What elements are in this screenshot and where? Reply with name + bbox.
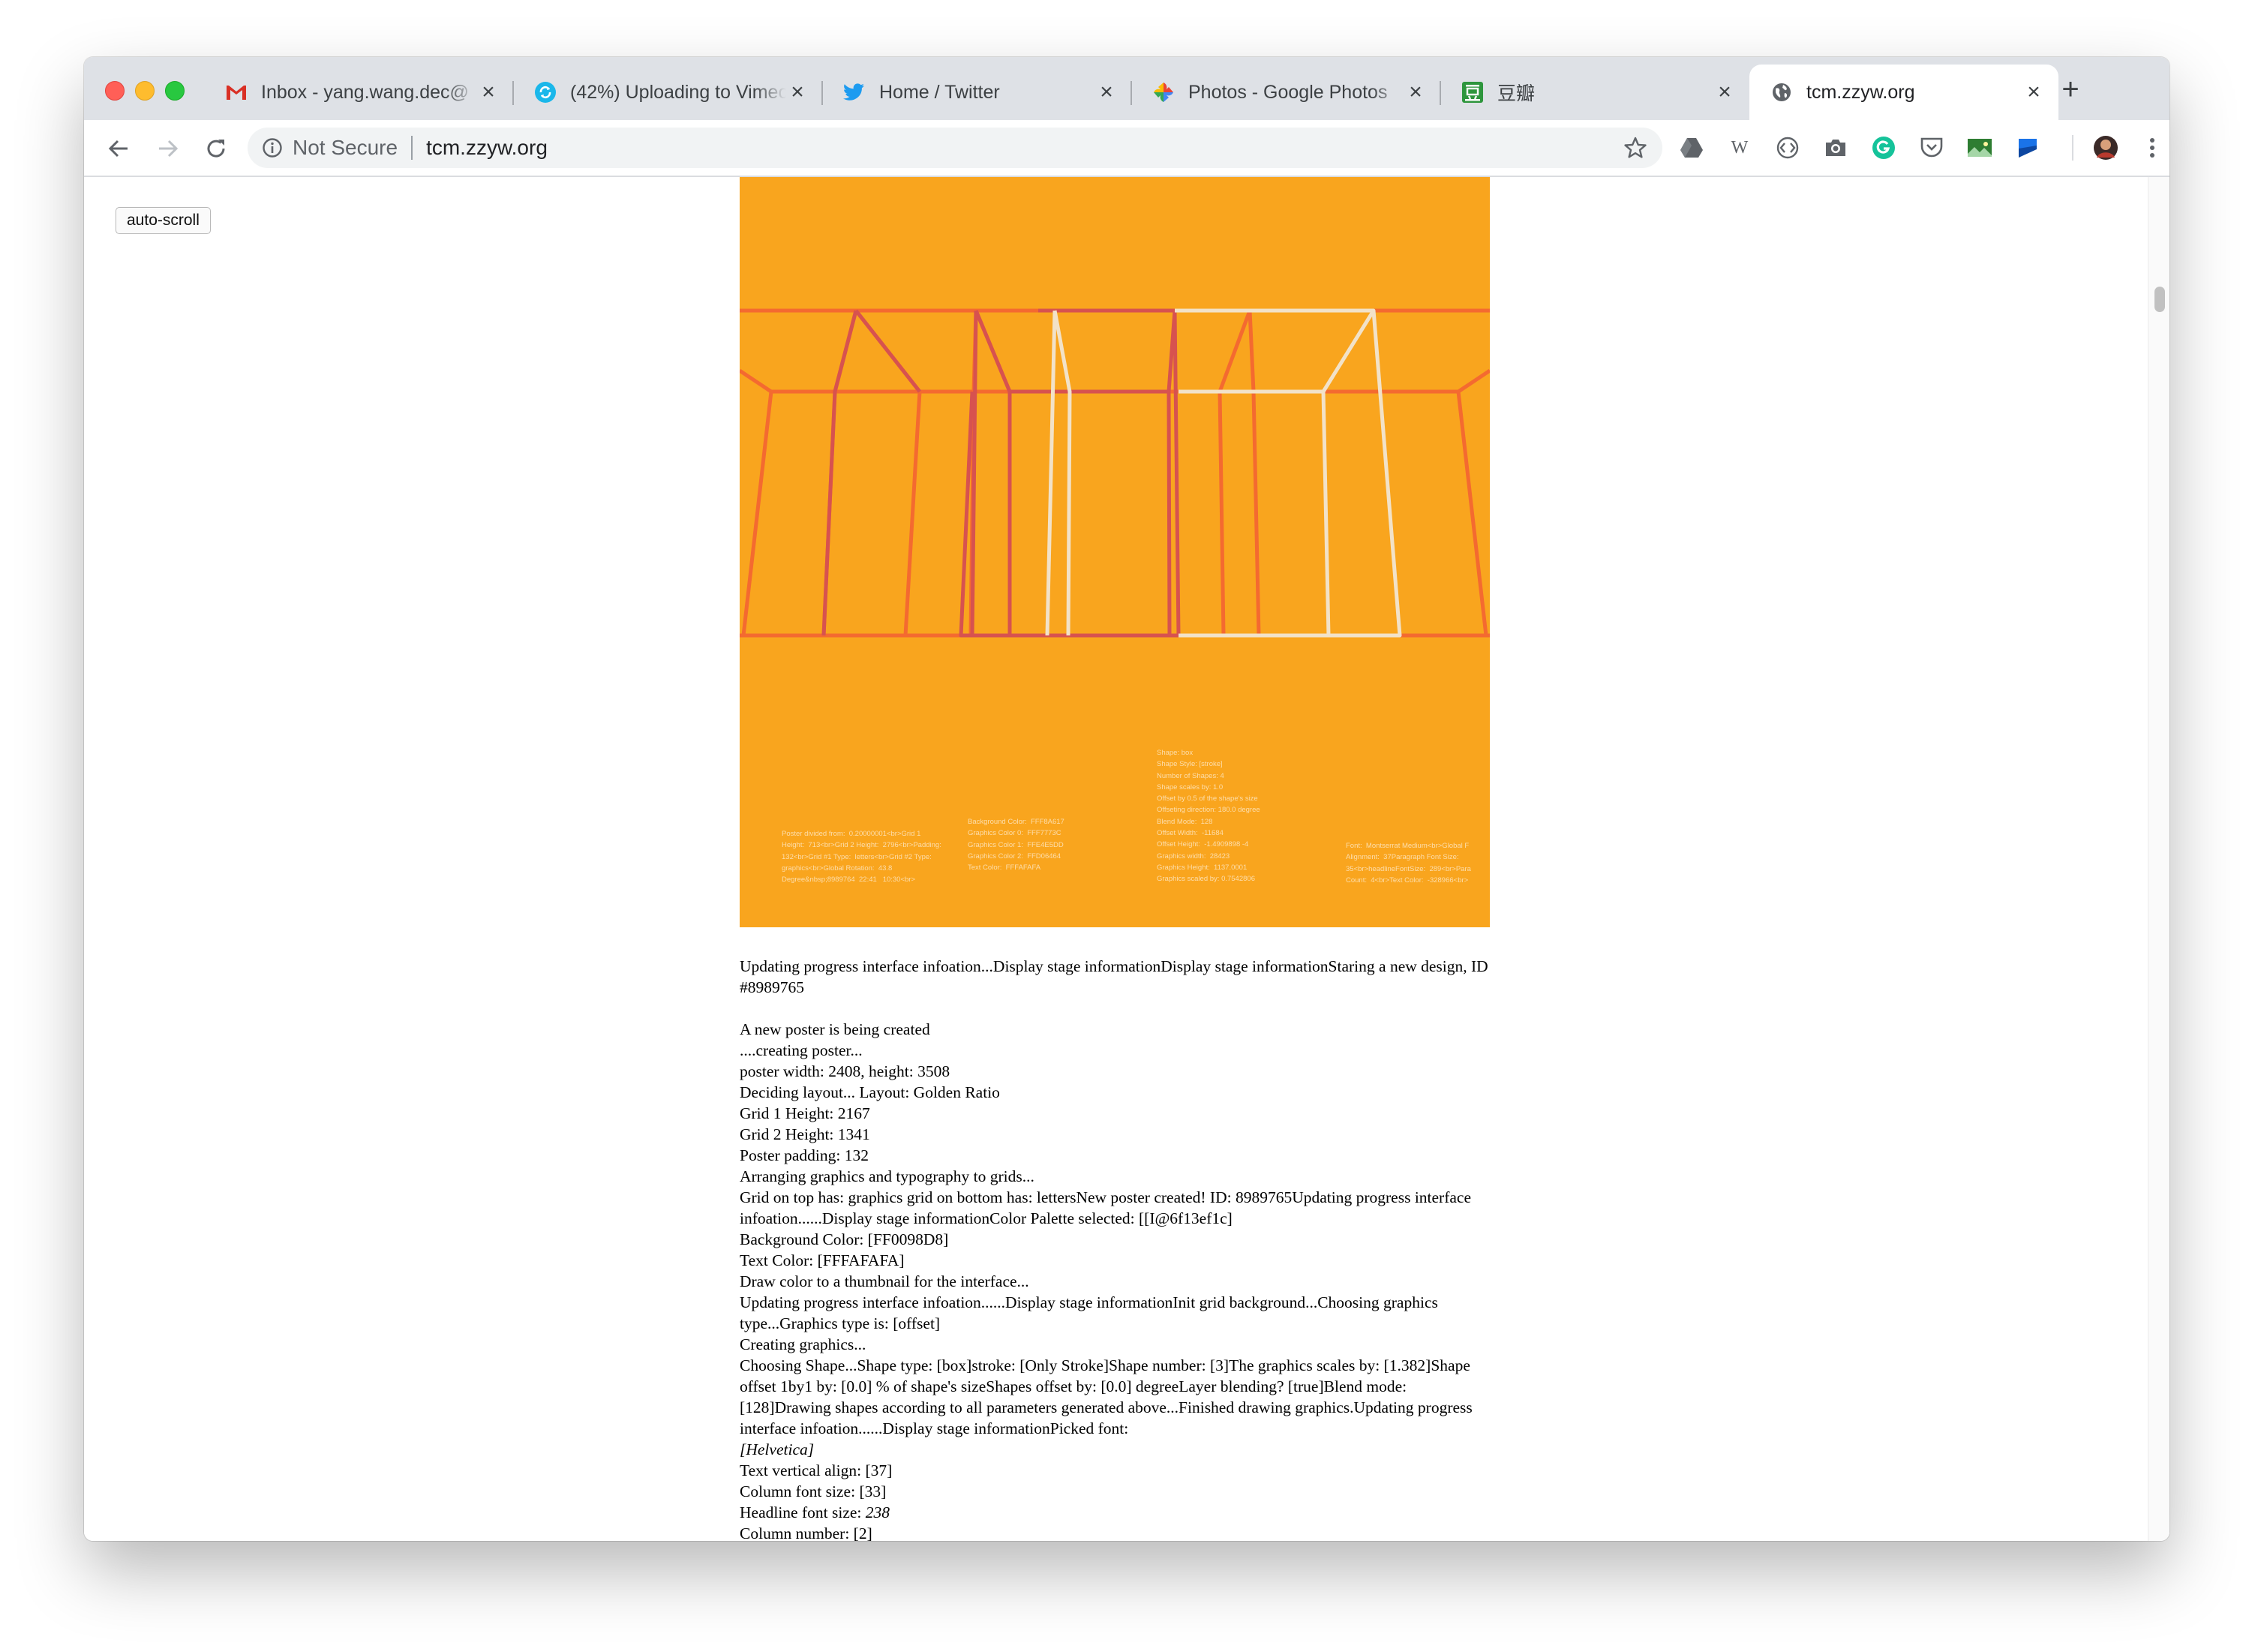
image-icon[interactable] [1967, 135, 1992, 161]
info-icon[interactable] [261, 137, 284, 159]
tab-google-photos[interactable]: Photos - Google Photos × [1131, 65, 1441, 120]
log-line: Text Color: [FFFAFAFA] [740, 1251, 905, 1269]
log-line: Column font size: [33] [740, 1482, 887, 1500]
zoom-window-button[interactable] [165, 81, 185, 101]
log-line: Background Color: [FF0098D8] [740, 1230, 949, 1248]
globe-icon [1770, 81, 1793, 104]
arrow-right-icon [159, 140, 179, 158]
tab-title: Inbox - yang.wang.dec@ [261, 81, 469, 103]
log-line: ....creating poster... [740, 1041, 863, 1059]
security-label: Not Secure [293, 136, 398, 159]
log-line: Column number: [2] [740, 1524, 872, 1541]
tab-close-icon[interactable]: × [477, 80, 500, 105]
grammarly-icon[interactable] [1871, 135, 1896, 161]
tab-vimeo[interactable]: (42%) Uploading to Vimeo × [513, 65, 823, 120]
log-line: Deciding layout... Layout: Golden Ratio [740, 1083, 1000, 1101]
tab-title: (42%) Uploading to Vimeo [570, 81, 786, 103]
tab-twitter[interactable]: Home / Twitter × [822, 65, 1132, 120]
tab-close-icon[interactable]: × [1095, 80, 1118, 105]
log-line: Updating progress interface infoation...… [740, 1293, 1438, 1332]
log-line: Grid 1 Height: 2167 [740, 1104, 870, 1122]
tab-strip: Inbox - yang.wang.dec@ × (42%) Uploading… [84, 57, 2169, 120]
log-line: [Helvetica] [740, 1440, 815, 1458]
minimize-window-button[interactable] [135, 81, 155, 101]
twitter-icon [843, 81, 866, 104]
camera-icon[interactable] [1823, 135, 1848, 161]
progress-log: Updating progress interface infoation...… [740, 956, 1490, 1541]
log-line: Grid on top has: graphics grid on bottom… [740, 1188, 1472, 1227]
log-line: Grid 2 Height: 1341 [740, 1125, 870, 1143]
log-line: Draw color to a thumbnail for the interf… [740, 1272, 1029, 1290]
arrow-left-icon [108, 140, 128, 158]
tab-tcm-zzyw[interactable]: tcm.zzyw.org × [1749, 65, 2058, 120]
log-line: Text vertical align: [37] [740, 1461, 893, 1479]
poster-text-block: Font: Montserrat Medium<br>Global F Alig… [1346, 842, 1471, 885]
log-line: Creating graphics... [740, 1335, 866, 1353]
tab-close-icon[interactable]: × [2022, 80, 2045, 105]
vimeo-upload-icon [534, 81, 557, 104]
tab-close-icon[interactable]: × [1713, 80, 1736, 105]
code-icon[interactable] [1775, 135, 1800, 161]
google-drive-icon[interactable] [1679, 135, 1704, 161]
browser-toolbar: Not Secure tcm.zzyw.org W [84, 120, 2169, 177]
auto-scroll-button[interactable]: auto-scroll [116, 207, 211, 234]
douban-icon [1461, 81, 1484, 104]
gmail-icon [225, 81, 248, 104]
address-bar[interactable]: Not Secure tcm.zzyw.org [248, 128, 1662, 168]
reload-icon [207, 140, 225, 158]
log-value: 238 [865, 1503, 890, 1521]
scrollbar[interactable] [2148, 177, 2169, 1541]
page-content: auto-scroll Poster divided from: 0.20000… [84, 177, 2169, 1541]
back-button[interactable] [104, 134, 134, 164]
menu-kebab-icon[interactable] [2139, 135, 2165, 161]
tab-close-icon[interactable]: × [786, 80, 809, 105]
poster-text-block: Background Color: FFF8A617 Graphics Colo… [968, 818, 1064, 873]
scrollbar-thumb[interactable] [2154, 287, 2165, 312]
profile-avatar[interactable] [2093, 135, 2118, 161]
log-line: Arranging graphics and typography to gri… [740, 1167, 1034, 1185]
pocket-icon[interactable] [1919, 135, 1944, 161]
log-line: Choosing Shape...Shape type: [box]stroke… [740, 1356, 1473, 1437]
flag-icon[interactable] [2015, 135, 2040, 161]
url-text[interactable]: tcm.zzyw.org [426, 136, 548, 160]
tab-title: Photos - Google Photos [1188, 81, 1388, 103]
poster-text-block: Poster divided from: 0.20000001<br>Grid … [782, 830, 941, 885]
log-line: Headline font size: 238 [740, 1503, 890, 1521]
tab-title: Home / Twitter [879, 81, 1000, 103]
tab-title: 豆瓣 [1497, 83, 1536, 104]
generated-poster: Poster divided from: 0.20000001<br>Grid … [740, 177, 1490, 927]
new-tab-button[interactable]: + [2057, 74, 2084, 104]
wikipedia-icon[interactable]: W [1727, 135, 1752, 161]
log-line: poster width: 2408, height: 3508 [740, 1062, 950, 1080]
forward-button[interactable] [153, 134, 183, 164]
log-line: Poster padding: 132 [740, 1146, 869, 1164]
browser-window: Inbox - yang.wang.dec@ × (42%) Uploading… [84, 57, 2169, 1541]
tab-title: tcm.zzyw.org [1806, 81, 1915, 103]
close-window-button[interactable] [105, 81, 125, 101]
poster-graphics [740, 308, 1490, 638]
tab-douban[interactable]: 豆瓣 × [1440, 65, 1749, 120]
tab-close-icon[interactable]: × [1404, 80, 1427, 105]
reload-button[interactable] [201, 134, 231, 164]
tab-gmail[interactable]: Inbox - yang.wang.dec@ × [204, 65, 514, 120]
bookmark-star-icon[interactable] [1623, 136, 1647, 160]
poster-text-block: Shape: box Shape Style: [stroke] Number … [1157, 749, 1260, 884]
log-line: Updating progress interface infoation...… [740, 957, 1488, 996]
google-photos-icon [1152, 81, 1175, 104]
log-line: A new poster is being created [740, 1020, 930, 1038]
